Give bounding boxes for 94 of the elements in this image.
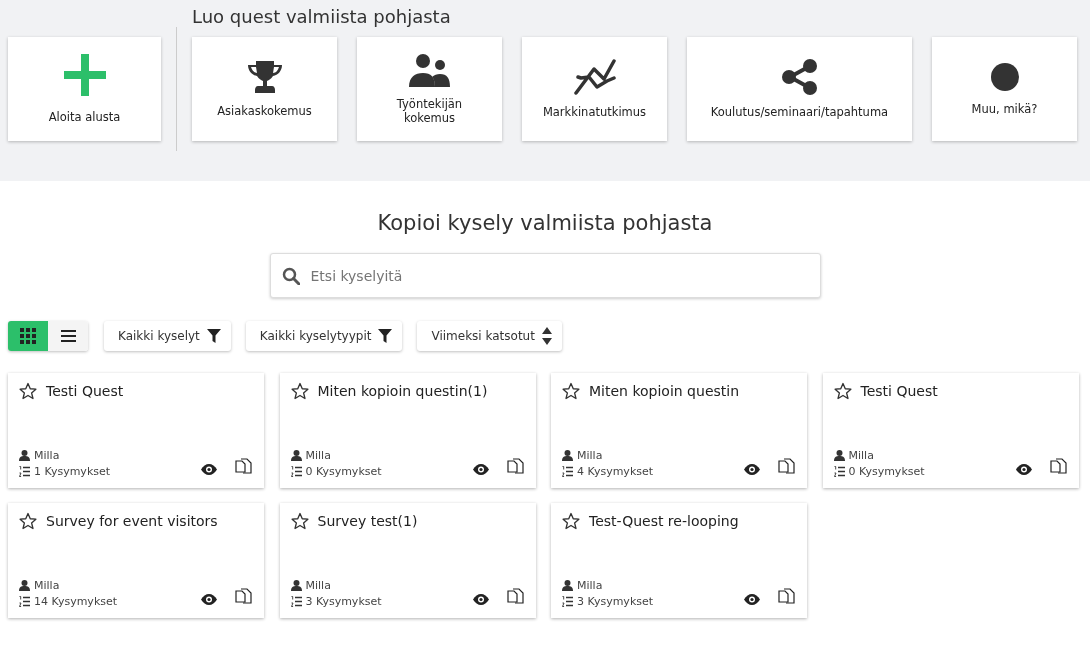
star-icon[interactable]: [833, 382, 852, 400]
copy-icon[interactable]: [506, 588, 524, 605]
plus-icon: [63, 54, 106, 96]
author-name: Milla: [577, 449, 603, 462]
search-field[interactable]: Etsi kyselyitä: [269, 253, 821, 298]
section-title: Kopioi kysely valmiista pohjasta: [377, 211, 713, 235]
survey-title: Miten kopioin questin: [589, 383, 740, 399]
template-card[interactable]: Työntekijän kokemus: [357, 37, 502, 141]
survey-title: Testi Quest: [860, 383, 938, 399]
trophy-icon: [245, 60, 284, 94]
numbered-list-icon: [19, 596, 30, 607]
eye-icon[interactable]: [201, 464, 217, 475]
template-card[interactable]: Koulutus/seminaari/tapahtuma: [687, 37, 912, 141]
copy-icon[interactable]: [778, 588, 795, 605]
survey-card[interactable]: Miten kopioin questin Milla 4 Kysymykset: [551, 373, 807, 488]
menu-icon: [60, 330, 76, 342]
sort-dropdown[interactable]: Viimeksi katsotut: [417, 321, 562, 351]
grid-icon: [20, 328, 36, 344]
card-label: Asiakaskokemus: [217, 104, 312, 118]
start-from-scratch-card[interactable]: Aloita alusta: [8, 37, 161, 141]
copy-icon[interactable]: [506, 458, 524, 475]
survey-title: Survey for event visitors: [46, 513, 218, 529]
question-count: 0 Kysymykset: [848, 465, 925, 478]
template-card[interactable]: Muu, mikä?: [932, 37, 1077, 141]
eye-icon[interactable]: [1015, 464, 1032, 475]
template-card[interactable]: Markkinatutkimus: [522, 37, 667, 141]
numbered-list-icon: [562, 596, 573, 607]
numbered-list-icon: [19, 466, 30, 477]
copy-icon[interactable]: [235, 458, 252, 475]
survey-card[interactable]: Survey for event visitors Milla 14 Kysymykset: [8, 503, 264, 618]
card-label: Markkinatutkimus: [542, 105, 647, 119]
filter-dropdown[interactable]: Kaikki kyselyt: [104, 321, 231, 351]
survey-card[interactable]: Test-Quest re-looping Milla 3 Kysymykset: [551, 503, 807, 618]
grid-view-button[interactable]: [8, 321, 48, 351]
circle-icon: [989, 62, 1020, 92]
person-icon: [19, 580, 30, 591]
question-count: 0 Kysymykset: [305, 465, 382, 478]
star-icon[interactable]: [19, 382, 37, 400]
survey-title: Test-Quest re-looping: [589, 513, 739, 529]
survey-title: Testi Quest: [46, 383, 124, 399]
people-icon: [408, 53, 451, 87]
question-count: 3 Kysymykset: [305, 595, 382, 608]
eye-icon[interactable]: [744, 594, 760, 605]
star-icon[interactable]: [19, 512, 37, 530]
filter-icon: [378, 329, 393, 343]
star-icon[interactable]: [562, 512, 580, 530]
share-icon: [781, 59, 818, 95]
author-name: Milla: [305, 579, 331, 592]
author-name: Milla: [848, 449, 874, 462]
card-label: Työntekijän kokemus: [395, 97, 464, 125]
eye-icon[interactable]: [472, 594, 489, 605]
question-count: 1 Kysymykset: [34, 465, 111, 478]
eye-icon[interactable]: [472, 464, 489, 475]
survey-card[interactable]: Testi Quest Milla 0 Kysymykset: [822, 373, 1079, 488]
survey-card[interactable]: Testi Quest Milla 1 Kysymykset: [8, 373, 264, 488]
person-icon: [562, 450, 573, 461]
filter-icon: [206, 329, 221, 343]
star-icon[interactable]: [290, 382, 309, 400]
eye-icon[interactable]: [201, 594, 217, 605]
survey-title: Survey test(1): [317, 513, 418, 529]
question-count: 3 Kysymykset: [577, 595, 654, 608]
sort-icon: [541, 327, 552, 345]
copy-icon[interactable]: [235, 588, 252, 605]
question-count: 14 Kysymykset: [34, 595, 118, 608]
card-label: Aloita alusta: [48, 110, 121, 124]
card-label: Koulutus/seminaari/tapahtuma: [710, 105, 889, 119]
filter-dropdown[interactable]: Kaikki kyselytyypit: [245, 321, 403, 351]
star-icon[interactable]: [290, 512, 309, 530]
section-title: Luo quest valmiista pohjasta: [192, 6, 452, 29]
person-icon: [290, 580, 302, 591]
line-chart-icon: [573, 59, 616, 95]
star-icon[interactable]: [562, 382, 580, 400]
author-name: Milla: [34, 579, 60, 592]
list-view-button[interactable]: [48, 321, 88, 351]
numbered-list-icon: [290, 596, 302, 607]
numbered-list-icon: [833, 466, 845, 477]
person-icon: [290, 450, 302, 461]
survey-card[interactable]: Miten kopioin questin(1) Milla 0 Kysymykset: [279, 373, 536, 488]
copy-icon[interactable]: [778, 458, 795, 475]
copy-icon[interactable]: [1049, 458, 1067, 475]
question-count: 4 Kysymykset: [577, 465, 654, 478]
survey-card[interactable]: Survey test(1) Milla 3 Kysymykset: [279, 503, 536, 618]
author-name: Milla: [34, 449, 60, 462]
survey-title: Miten kopioin questin(1): [317, 383, 488, 399]
author-name: Milla: [577, 579, 603, 592]
template-card[interactable]: Asiakaskokemus: [192, 37, 337, 141]
person-icon: [19, 450, 30, 461]
card-label: Muu, mikä?: [971, 102, 1038, 116]
author-name: Milla: [305, 449, 331, 462]
person-icon: [833, 450, 845, 461]
numbered-list-icon: [562, 466, 573, 477]
numbered-list-icon: [290, 466, 302, 477]
person-icon: [562, 580, 573, 591]
eye-icon[interactable]: [744, 464, 760, 475]
